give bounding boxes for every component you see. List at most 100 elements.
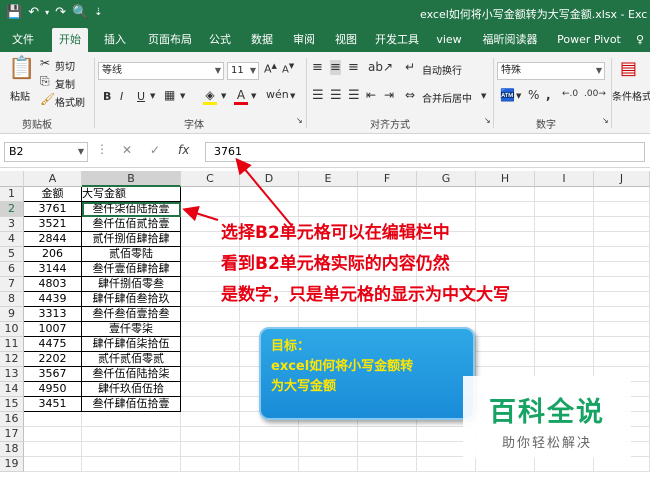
wrap-text-button[interactable]: 自动换行: [422, 62, 462, 77]
fill-color-icon[interactable]: ◈: [203, 88, 217, 105]
save-icon[interactable]: 💾: [6, 5, 22, 20]
column-header-c[interactable]: C: [181, 171, 240, 187]
row-header[interactable]: 3: [0, 217, 24, 232]
merge-center-button[interactable]: 合并后居中: [422, 90, 472, 105]
print-preview-icon[interactable]: 🔍: [72, 5, 88, 20]
row-header[interactable]: 15: [0, 397, 24, 412]
cell[interactable]: [181, 202, 240, 217]
cell[interactable]: [181, 337, 240, 352]
row-header[interactable]: 11: [0, 337, 24, 352]
border-dropdown-icon[interactable]: ▼: [180, 92, 185, 100]
row-header[interactable]: 4: [0, 232, 24, 247]
cell[interactable]: [535, 337, 594, 352]
cell[interactable]: [417, 187, 476, 202]
cell[interactable]: [535, 292, 594, 307]
cell[interactable]: 肆仟肆佰柒拾伍: [82, 337, 181, 352]
cell[interactable]: 2202: [24, 352, 82, 367]
cell[interactable]: [535, 247, 594, 262]
chevron-down-icon[interactable]: ▼: [78, 143, 84, 161]
tab-0[interactable]: 文件: [8, 28, 38, 52]
redo-icon[interactable]: ↷: [55, 5, 66, 20]
font-dialog-launcher-icon[interactable]: ↘: [296, 116, 303, 125]
cell[interactable]: [417, 307, 476, 322]
cell[interactable]: [535, 457, 594, 472]
cell[interactable]: 4803: [24, 277, 82, 292]
enter-icon[interactable]: ✓: [150, 143, 160, 157]
undo-icon[interactable]: ↶: [28, 5, 39, 20]
select-all-corner[interactable]: [0, 171, 24, 187]
cell[interactable]: [476, 262, 535, 277]
cell[interactable]: [594, 352, 650, 367]
column-header-f[interactable]: F: [358, 171, 417, 187]
fill-dropdown-icon[interactable]: ▼: [221, 92, 226, 100]
cell[interactable]: 金额: [24, 187, 82, 202]
cell[interactable]: [299, 427, 358, 442]
cell[interactable]: 叁仟肆佰伍拾壹: [82, 397, 181, 412]
column-header-b[interactable]: B: [82, 171, 181, 187]
cell[interactable]: [535, 277, 594, 292]
customize-qat-icon[interactable]: ⇣: [94, 7, 102, 18]
paste-icon[interactable]: 📋: [8, 56, 35, 86]
cell[interactable]: 1007: [24, 322, 82, 337]
cell[interactable]: [358, 427, 417, 442]
cell[interactable]: [240, 307, 299, 322]
cell[interactable]: [476, 337, 535, 352]
cell[interactable]: [358, 442, 417, 457]
cell[interactable]: [594, 457, 650, 472]
tab-8[interactable]: 开发工具: [372, 28, 422, 52]
cell[interactable]: [240, 442, 299, 457]
cell[interactable]: [594, 262, 650, 277]
tab-10[interactable]: 福昕阅读器: [478, 28, 542, 52]
align-left-icon[interactable]: ☰: [312, 88, 324, 103]
underline-button[interactable]: U: [137, 90, 145, 103]
cell[interactable]: [358, 307, 417, 322]
font-size-combo[interactable]: 11 ▼: [227, 62, 259, 80]
cell[interactable]: 3144: [24, 262, 82, 277]
cell[interactable]: 大写金额: [82, 187, 181, 202]
tab-5[interactable]: 数据: [246, 28, 278, 52]
cell[interactable]: [24, 457, 82, 472]
tab-11[interactable]: Power Pivot: [556, 28, 622, 52]
cell[interactable]: 4475: [24, 337, 82, 352]
cell[interactable]: [535, 202, 594, 217]
row-header[interactable]: 6: [0, 262, 24, 277]
cell[interactable]: [476, 307, 535, 322]
cell[interactable]: [181, 427, 240, 442]
border-icon[interactable]: ▦: [164, 88, 175, 102]
cell[interactable]: [240, 427, 299, 442]
row-header[interactable]: 14: [0, 382, 24, 397]
name-box[interactable]: B2 ▼: [4, 142, 88, 162]
column-header-d[interactable]: D: [240, 171, 299, 187]
cell[interactable]: 3521: [24, 217, 82, 232]
increase-decimal-icon[interactable]: ←.0: [562, 89, 578, 99]
cell[interactable]: 3451: [24, 397, 82, 412]
cell[interactable]: [299, 202, 358, 217]
cut-button[interactable]: 剪切: [55, 58, 75, 73]
font-name-combo[interactable]: 等线 ▼: [98, 62, 224, 80]
cell[interactable]: [476, 322, 535, 337]
tab-3[interactable]: 页面布局: [142, 28, 198, 52]
align-center-icon[interactable]: ☰: [330, 88, 342, 103]
cell[interactable]: [181, 307, 240, 322]
increase-indent-icon[interactable]: ⇥: [384, 88, 394, 102]
bold-button[interactable]: B: [103, 90, 111, 103]
cell[interactable]: 3567: [24, 367, 82, 382]
cell[interactable]: 叁仟壹佰肆拾肆: [82, 262, 181, 277]
cell[interactable]: 4439: [24, 292, 82, 307]
cell[interactable]: 壹仟零柒: [82, 322, 181, 337]
cell[interactable]: [181, 382, 240, 397]
cell[interactable]: [535, 217, 594, 232]
row-header[interactable]: 18: [0, 442, 24, 457]
cancel-icon[interactable]: ✕: [122, 143, 132, 157]
tab-1[interactable]: 开始: [52, 28, 88, 52]
row-header[interactable]: 12: [0, 352, 24, 367]
cell[interactable]: 3313: [24, 307, 82, 322]
row-header[interactable]: 19: [0, 457, 24, 472]
cell[interactable]: [358, 187, 417, 202]
decrease-indent-icon[interactable]: ⇤: [366, 88, 376, 102]
column-header-j[interactable]: J: [594, 171, 650, 187]
conditional-format-icon[interactable]: ▤: [620, 58, 637, 79]
cell[interactable]: [594, 307, 650, 322]
cell[interactable]: [476, 187, 535, 202]
merge-dropdown-icon[interactable]: ▼: [481, 92, 486, 100]
